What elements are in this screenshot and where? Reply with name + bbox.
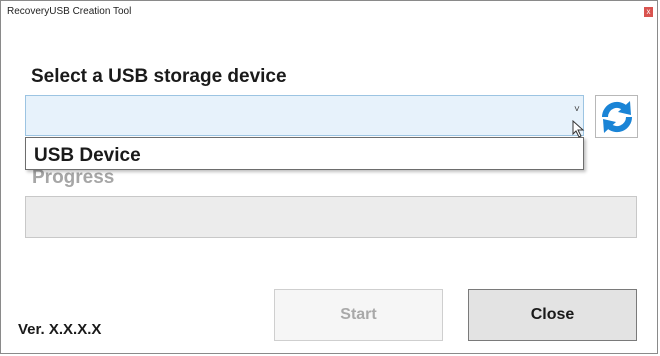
title-bar: RecoveryUSB Creation Tool x bbox=[1, 1, 657, 23]
mouse-cursor-icon bbox=[572, 120, 585, 138]
device-heading: Select a USB storage device bbox=[31, 66, 287, 87]
usb-device-select[interactable] bbox=[25, 95, 584, 136]
device-dropdown-list: USB Device bbox=[25, 137, 584, 170]
refresh-icon bbox=[601, 101, 633, 133]
window-close-button[interactable]: x bbox=[644, 7, 653, 17]
window-title: RecoveryUSB Creation Tool bbox=[7, 6, 132, 17]
refresh-button[interactable] bbox=[595, 95, 638, 138]
close-button[interactable]: Close bbox=[468, 289, 637, 341]
chevron-down-icon[interactable]: ˅ bbox=[574, 104, 580, 115]
dropdown-option-usb-device[interactable]: USB Device bbox=[34, 145, 141, 167]
start-button[interactable]: Start bbox=[274, 289, 443, 341]
progress-label: Progress bbox=[32, 167, 115, 188]
version-label: Ver. X.X.X.X bbox=[18, 321, 102, 338]
progress-bar bbox=[25, 196, 637, 238]
